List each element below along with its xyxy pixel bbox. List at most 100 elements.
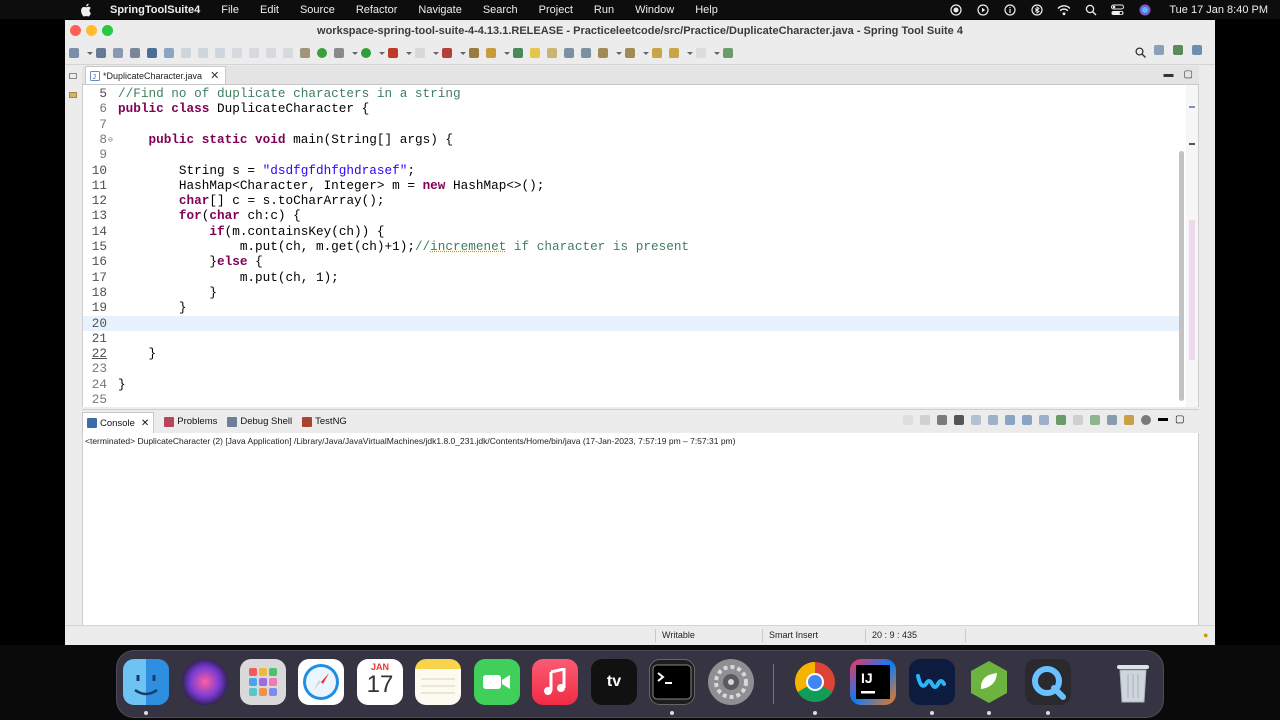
show-whitespace-icon[interactable] [564, 47, 574, 58]
tab-duplicatecharacter-java[interactable]: J *DuplicateCharacter.java ✕ [85, 66, 227, 84]
spotlight-search-icon[interactable] [1084, 3, 1097, 16]
editor-vertical-scrollbar[interactable] [1177, 151, 1186, 406]
coverage-dropdown-icon[interactable] [405, 48, 412, 58]
clock[interactable]: Tue 17 Jan 8:40 PM [1169, 4, 1268, 16]
overview-ruler[interactable] [1186, 85, 1198, 407]
close-tab-icon[interactable]: ✕ [210, 69, 219, 82]
new-java-dropdown-icon[interactable] [459, 48, 466, 58]
package-explorer-icon[interactable] [69, 92, 77, 98]
forward-icon[interactable] [696, 47, 706, 58]
search-tool-icon[interactable] [513, 47, 523, 58]
play-icon[interactable] [976, 3, 989, 16]
step-return-icon[interactable] [283, 47, 293, 58]
disconnect-icon[interactable] [232, 47, 242, 58]
trash-icon[interactable] [1110, 659, 1156, 705]
maximize-editor-icon[interactable]: ▢ [1184, 69, 1193, 80]
pilcrow-icon[interactable] [581, 47, 591, 58]
suspend-icon[interactable] [198, 47, 208, 58]
debug-perspective-icon[interactable] [1192, 45, 1202, 55]
spring-tool-suite-icon[interactable] [966, 659, 1012, 705]
menu-help[interactable]: Help [695, 4, 718, 16]
console-output[interactable]: <terminated> DuplicateCharacter (2) [Jav… [82, 433, 1199, 643]
safari-icon[interactable] [298, 659, 344, 705]
tip-bulb-icon[interactable]: ● [1203, 630, 1208, 640]
menu-window[interactable]: Window [635, 4, 674, 16]
forward-dropdown-icon[interactable] [713, 48, 720, 58]
menu-navigate[interactable]: Navigate [418, 4, 461, 16]
open-task-dropdown-icon[interactable] [503, 48, 510, 58]
remove-launch-icon[interactable] [937, 415, 947, 425]
finder-icon[interactable] [123, 659, 169, 705]
external-tools-icon[interactable] [415, 47, 425, 58]
menu-file[interactable]: File [221, 4, 239, 16]
menu-app-name[interactable]: SpringToolSuite4 [110, 4, 200, 16]
step-over-icon[interactable] [266, 47, 276, 58]
java-perspective-icon[interactable] [1173, 45, 1183, 55]
menu-project[interactable]: Project [539, 4, 573, 16]
bluetooth-icon[interactable] [1030, 3, 1043, 16]
tab-console[interactable]: Console ✕ [82, 411, 155, 434]
last-edit-icon[interactable] [652, 47, 662, 58]
webex-icon[interactable] [909, 659, 955, 705]
spring-boot-icon[interactable] [317, 47, 327, 58]
quicktime-icon[interactable] [1025, 659, 1071, 705]
next-annotation-dropdown-icon[interactable] [615, 48, 622, 58]
pin-editor-icon[interactable] [723, 47, 733, 58]
info-icon[interactable] [1003, 3, 1016, 16]
run-dropdown-icon[interactable] [378, 48, 385, 58]
show-on-stdout-icon[interactable] [1005, 415, 1015, 425]
terminal-icon-dock[interactable] [649, 659, 695, 705]
toggle-block-selection-icon[interactable] [547, 47, 557, 58]
minimize-editor-icon[interactable]: ▬ [1164, 69, 1174, 80]
zoom-window-button[interactable] [102, 25, 113, 36]
scrollbar-thumb[interactable] [1179, 151, 1184, 401]
minimize-window-button[interactable] [86, 25, 97, 36]
settings-gear-icon[interactable] [1141, 415, 1151, 425]
tab-problems[interactable]: Problems [164, 416, 217, 427]
music-icon[interactable] [532, 659, 578, 705]
next-annotation-icon[interactable] [598, 47, 608, 58]
menu-refactor[interactable]: Refactor [356, 4, 398, 16]
overview-marker[interactable] [1189, 106, 1195, 108]
restore-icon[interactable] [69, 73, 77, 79]
remove-all-launches-icon[interactable] [954, 415, 964, 425]
minimize-console-icon[interactable]: ▬ [1158, 414, 1168, 425]
resume-icon[interactable] [181, 47, 191, 58]
control-center-icon[interactable] [1111, 3, 1125, 16]
print-icon[interactable] [130, 47, 140, 58]
pin-console-icon[interactable] [1039, 415, 1049, 425]
terminate-icon[interactable] [215, 47, 225, 58]
scroll-lock-icon[interactable] [971, 415, 981, 425]
new-java-project-icon[interactable] [442, 47, 452, 58]
fold-toggle-icon[interactable]: ⊖ [108, 133, 113, 148]
notes-icon[interactable] [415, 659, 461, 705]
run-icon[interactable] [361, 47, 371, 58]
system-preferences-icon[interactable] [708, 659, 754, 705]
menu-edit[interactable]: Edit [260, 4, 279, 16]
close-console-tab-icon[interactable]: ✕ [141, 418, 149, 429]
back-icon[interactable] [669, 47, 679, 58]
open-type-icon[interactable] [469, 47, 479, 58]
siri-app-icon[interactable] [182, 659, 228, 705]
tab-testng[interactable]: TestNG [302, 416, 347, 427]
save-all-icon[interactable] [113, 47, 123, 58]
menu-search[interactable]: Search [483, 4, 518, 16]
previous-annotation-dropdown-icon[interactable] [642, 48, 649, 58]
new-console-icon[interactable] [1090, 415, 1100, 425]
code-editor[interactable]: 5 //Find no of duplicate characters in a … [82, 85, 1199, 407]
menu-run[interactable]: Run [594, 4, 614, 16]
tab-debug-shell[interactable]: Debug Shell [227, 416, 292, 427]
maximize-console-icon[interactable]: ▢ [1175, 415, 1185, 425]
calendar-icon[interactable]: JAN 17 [357, 659, 403, 705]
record-icon[interactable] [949, 3, 962, 16]
debug-icon[interactable] [334, 47, 344, 58]
external-tools-dropdown-icon[interactable] [432, 48, 439, 58]
back-dropdown-icon[interactable] [686, 48, 693, 58]
open-task-icon[interactable] [486, 47, 496, 58]
quick-access-search-icon[interactable] [1135, 45, 1146, 58]
close-window-button[interactable] [70, 25, 81, 36]
new-icon[interactable] [69, 47, 79, 58]
wifi-icon[interactable] [1057, 3, 1071, 16]
overview-marker[interactable] [1189, 143, 1195, 145]
previous-annotation-icon[interactable] [625, 47, 635, 58]
